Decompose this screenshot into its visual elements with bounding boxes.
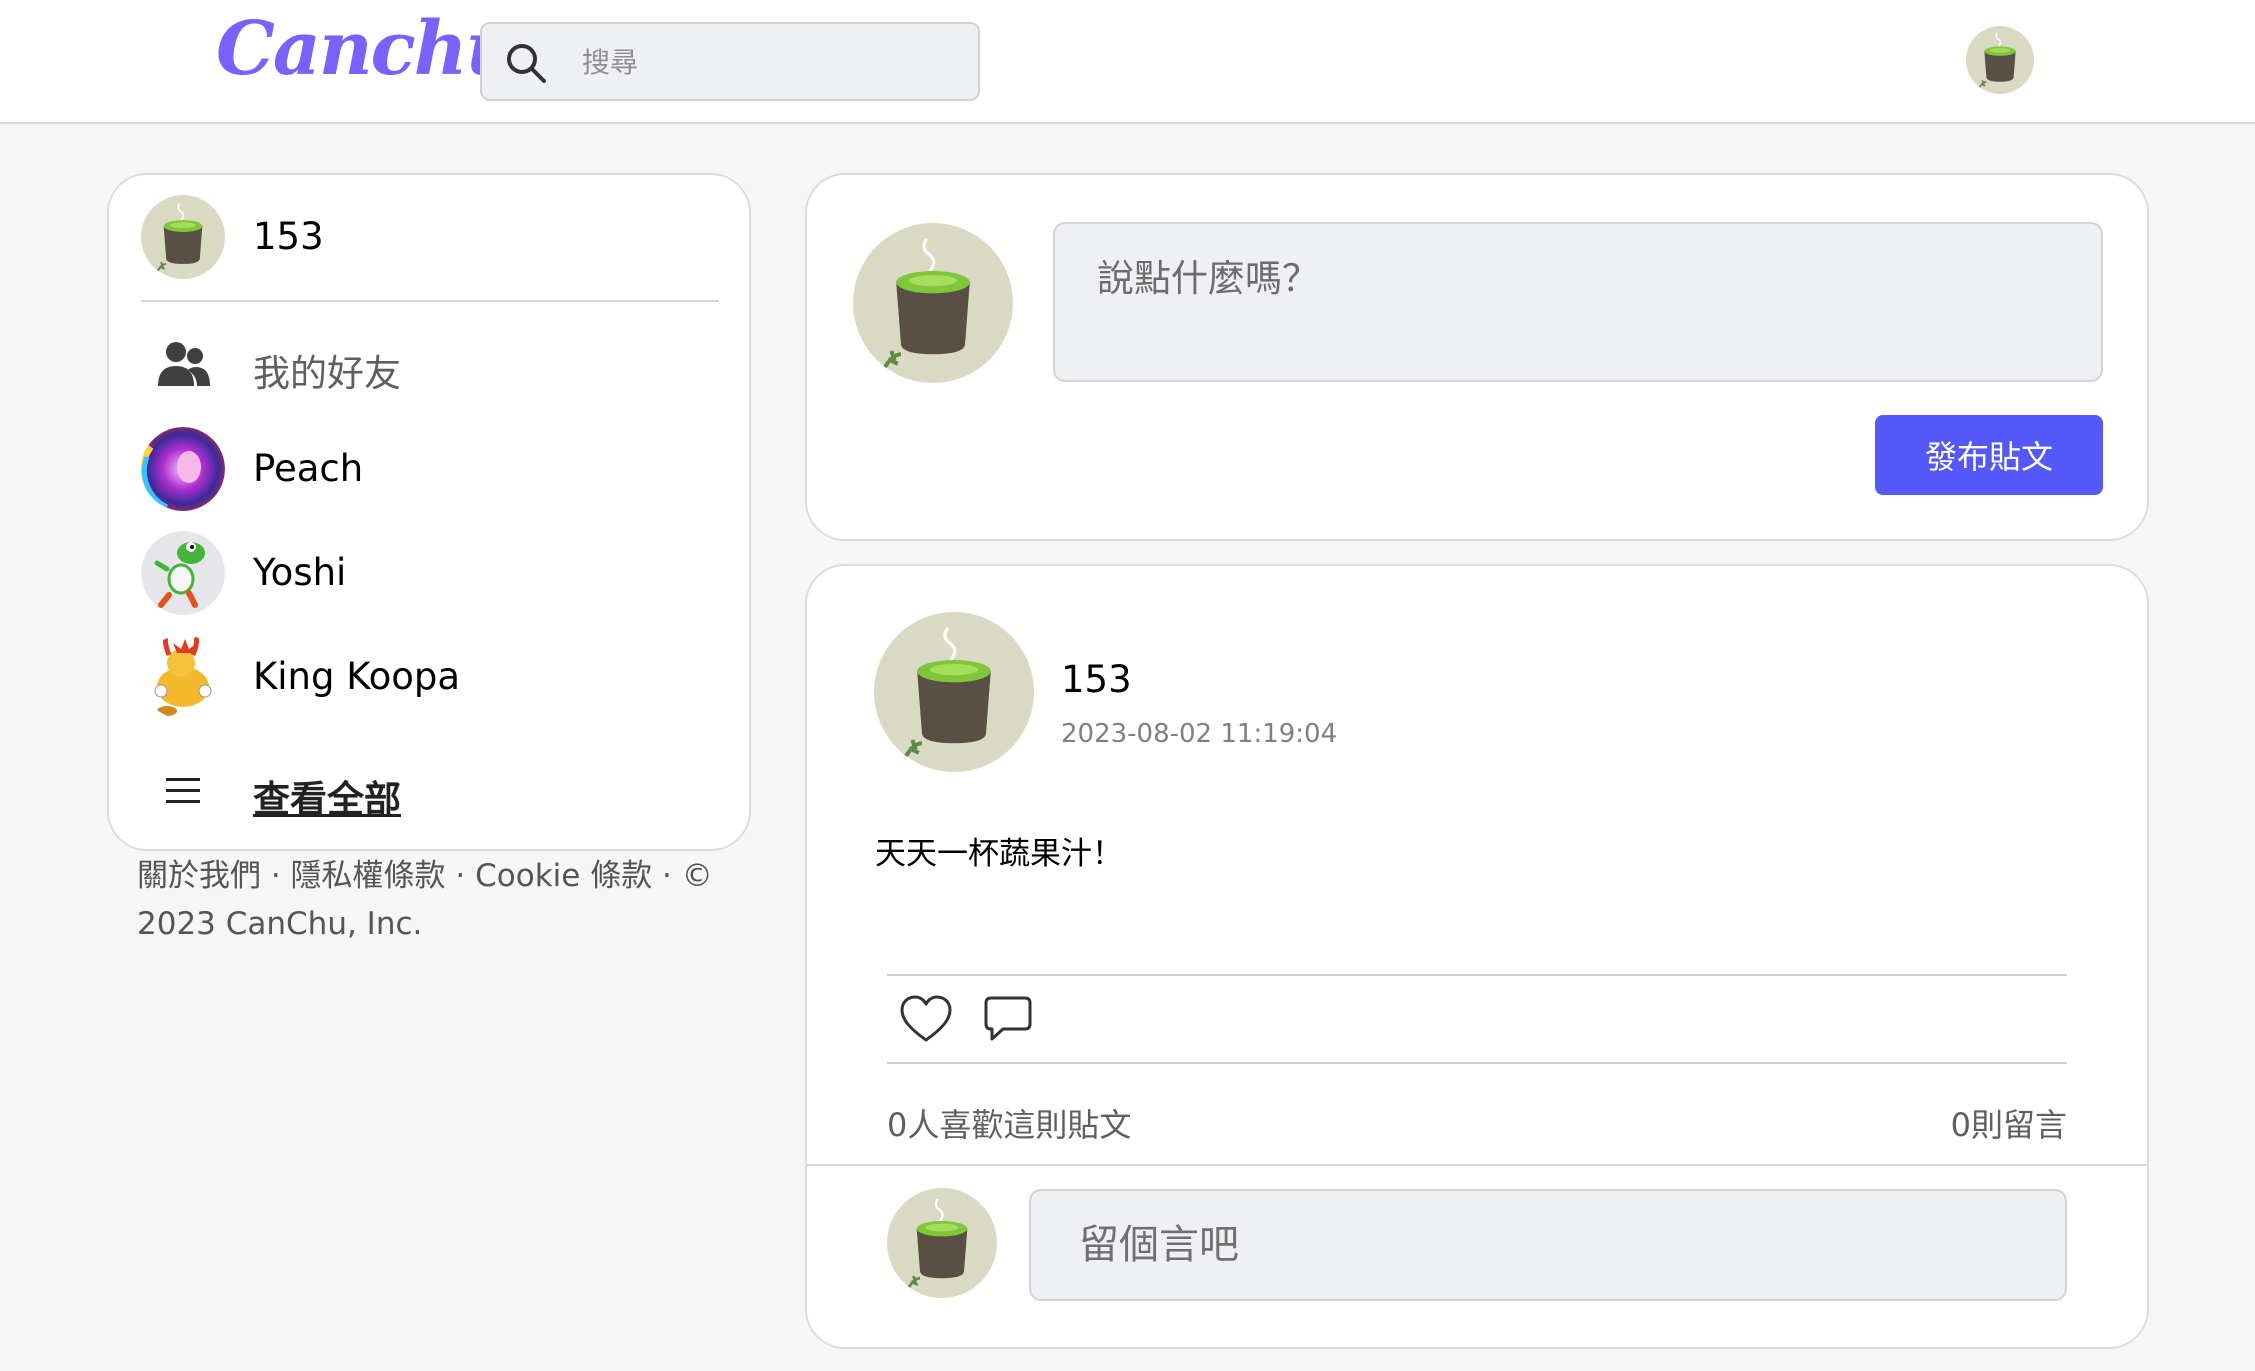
view-all-label[interactable]: 查看全部 [253,769,401,823]
friend-name: Peach [253,447,364,490]
commenter-avatar [887,1188,997,1298]
friend-item[interactable]: Yoshi [141,531,721,615]
user-avatar[interactable] [1966,26,2034,94]
comment-input[interactable] [1029,1189,2067,1301]
comment-icon[interactable] [983,994,1033,1044]
view-all-link[interactable]: 查看全部 [141,749,721,833]
likes-count[interactable]: 0人喜歡這則貼文 [887,1100,1131,1146]
sidebar-profile[interactable]: 153 [141,195,721,279]
heart-icon[interactable] [899,994,953,1044]
composer-input[interactable] [1053,222,2103,382]
friends-icon [141,323,225,407]
sidebar-item-label: 我的好友 [253,352,401,395]
post-divider [887,974,2067,976]
profile-avatar [141,195,225,279]
friend-avatar [141,531,225,615]
friend-name: Yoshi [253,551,347,594]
post-author-name[interactable]: 153 [1061,658,1132,701]
friend-avatar [141,635,225,719]
post-card: 153 2023-08-02 11:19:04 天天一杯蔬果汁！ 0人喜歡這則貼… [805,564,2149,1349]
search-icon [507,44,546,83]
canchu-logo[interactable]: Canchu [216,6,519,92]
comment-divider [807,1164,2147,1166]
composer-avatar [853,223,1013,383]
friend-item[interactable]: King Koopa [141,635,721,719]
post-content: 天天一杯蔬果汁！ [875,836,1123,872]
comments-count[interactable]: 0則留言 [1951,1100,2067,1146]
sidebar-divider [141,300,719,302]
sidebar-item-friends[interactable]: 我的好友 [141,323,721,407]
search-input[interactable] [582,38,962,86]
post-author-avatar[interactable] [874,612,1034,772]
friend-name: King Koopa [253,655,461,698]
sidebar-card: 153 我的好友 Peach Yoshi King Koopa 查看全部 [107,173,751,851]
publish-post-button[interactable]: 發布貼文 [1875,415,2103,495]
post-composer: 發布貼文 [805,173,2149,541]
friend-avatar [141,427,225,511]
post-divider [887,1062,2067,1064]
post-timestamp: 2023-08-02 11:19:04 [1061,719,1338,749]
menu-icon [141,749,225,833]
search-bar[interactable] [480,22,980,101]
footer-links[interactable]: 關於我們 · 隱私權條款 · Cookie 條款 · © 2023 CanChu… [137,852,737,948]
friend-item[interactable]: Peach [141,427,721,511]
top-header: Canchu [0,0,2255,124]
profile-name: 153 [253,215,324,258]
